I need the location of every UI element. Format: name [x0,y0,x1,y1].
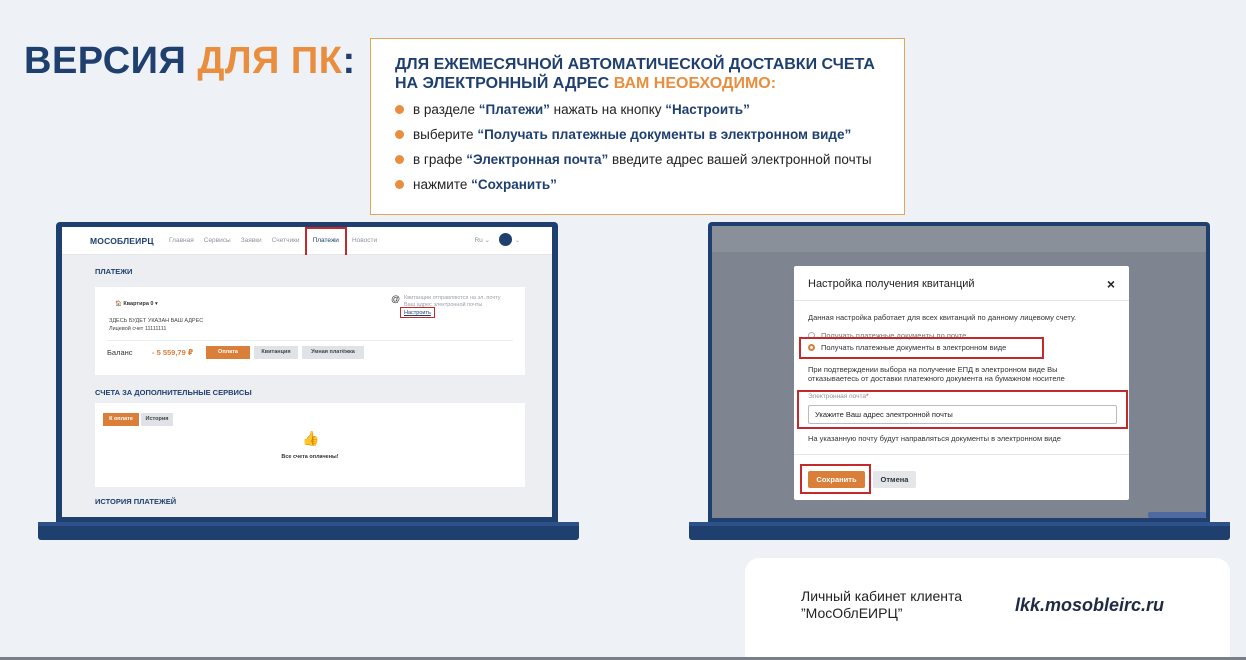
headline-colon: : [342,40,356,82]
right-laptop-base [689,522,1230,540]
email-hint: На указанную почту будут направляться до… [808,434,1061,443]
section-title-payments: ПЛАТЕЖИ [95,267,133,276]
language-selector[interactable]: Ru ⌄ [474,236,490,244]
instructions-title: ДЛЯ ЕЖЕМЕСЯЧНОЙ АВТОМАТИЧЕСКОЙ ДОСТАВКИ … [395,55,884,93]
tab-to-pay[interactable]: К оплате [103,413,139,426]
step-2: выберите “Получать платежные документы в… [395,124,884,149]
configure-highlight [400,307,435,318]
receipts-email-note: Квитанции отправляются на эл. почту [404,295,501,301]
email-highlight [797,390,1128,429]
left-screen: МОСОБЛЕИРЦ Главная Сервисы Заявки Счетчи… [62,227,552,517]
page-headline: ВЕРСИЯ ДЛЯ ПК: [24,40,356,83]
warning-line-2: отказываетесь от доставки платежного док… [808,374,1065,383]
headline-part-pc: ДЛЯ ПК [197,40,343,82]
site-navbar: МОСОБЛЕИРЦ Главная Сервисы Заявки Счетчи… [62,227,552,257]
payments-page-body: ПЛАТЕЖИ 🏠 Квартира 0 ▾ ЗДЕСЬ БУДЕТ УКАЗА… [62,255,552,517]
cancel-button[interactable]: Отмена [873,471,916,488]
warning-line-1: При подтверждении выбора на получение ЕП… [808,365,1058,374]
site-logo[interactable]: МОСОБЛЕИРЦ [90,236,154,246]
step-3: в графе “Электронная почта” введите адре… [395,149,884,174]
bullet-dot-icon [395,180,404,189]
headline-part-version: ВЕРСИЯ [24,40,198,82]
instructions-box: ДЛЯ ЕЖЕМЕСЯЧНОЙ АВТОМАТИЧЕСКОЙ ДОСТАВКИ … [370,38,905,215]
instructions-steps: в разделе “Платежи” нажать на кнопку “На… [395,99,884,199]
pay-button[interactable]: Оплата [206,346,250,359]
instructions-title-line1: ДЛЯ ЕЖЕМЕСЯЧНОЙ АВТОМАТИЧЕСКОЙ ДОСТАВКИ … [395,56,875,73]
receipt-button[interactable]: Квитанция [254,346,298,359]
bullet-dot-icon [395,155,404,164]
modal-footer-divider [794,454,1129,455]
right-screen: Настройка получения квитанций × Данная н… [712,226,1206,518]
menu-item-services[interactable]: Сервисы [199,227,236,255]
balance-label: Баланс [107,348,133,357]
account-selector[interactable]: 🏠 Квартира 0 ▾ [115,301,158,307]
menu-item-home[interactable]: Главная [164,227,199,255]
menu-item-payments[interactable]: Платежи [304,227,347,257]
save-highlight [800,464,871,494]
thumbs-up-icon: 👍 [302,430,320,446]
left-laptop-base [38,522,579,540]
menu-item-news[interactable]: Новости [347,227,382,255]
footer-label-line2: ”МосОблЕИРЦ” [801,605,903,621]
modal-title: Настройка получения квитанций [808,278,975,290]
close-icon[interactable]: × [1107,276,1115,292]
step-4: нажмите “Сохранить” [395,174,884,199]
smart-invoice-button[interactable]: Умная платёжка [302,346,364,359]
receipt-settings-modal: Настройка получения квитанций × Данная н… [794,266,1129,500]
modal-note: Данная настройка работает для всех квита… [808,313,1077,322]
bullet-dot-icon [395,130,404,139]
menu-item-meters[interactable]: Счетчики [267,227,305,255]
footer-label: Личный кабинет клиента ”МосОблЕИРЦ” [801,588,1001,622]
instructions-title-line2: НА ЭЛЕКТРОННЫЙ АДРЕС [395,75,614,92]
modal-header-divider [794,300,1129,301]
instructions-title-accent: ВАМ НЕОБХОДИМО: [613,75,777,92]
card-divider [107,340,513,341]
extra-services-card: К оплате История 👍 Все счета оплачены! [95,403,525,487]
blurred-navbar [712,226,1206,252]
menu-item-requests[interactable]: Заявки [236,227,267,255]
section-title-payment-history: ИСТОРИЯ ПЛАТЕЖЕЙ [95,497,177,506]
tab-history[interactable]: История [141,413,173,426]
all-paid-message: Все счета оплачены! [281,454,339,460]
step-1: в разделе “Платежи” нажать на кнопку “На… [395,99,884,124]
account-card: 🏠 Квартира 0 ▾ ЗДЕСЬ БУДЕТ УКАЗАН ВАШ АД… [95,287,525,375]
email-at-icon: @ [391,294,401,304]
user-avatar-icon[interactable] [499,233,512,246]
footer-label-line1: Личный кабинет клиента [801,588,963,604]
footer-card: Личный кабинет клиента ”МосОблЕИРЦ” lkk.… [745,558,1230,660]
account-number: Лицевой счет 11111111 [109,326,167,332]
footer-url[interactable]: lkk.mosobleirc.ru [1015,595,1164,616]
site-menu: Главная Сервисы Заявки Счетчики Платежи … [164,227,382,257]
blurred-element [1148,512,1206,518]
bullet-dot-icon [395,105,404,114]
account-address: ЗДЕСЬ БУДЕТ УКАЗАН ВАШ АДРЕС [109,318,204,324]
section-title-extra-services: СЧЕТА ЗА ДОПОЛНИТЕЛЬНЫЕ СЕРВИСЫ [95,388,252,397]
option-electronic-highlight [799,337,1044,359]
chevron-down-icon: ⌄ [514,238,520,244]
balance-value: - 5 559,79 ₽ [152,348,194,357]
